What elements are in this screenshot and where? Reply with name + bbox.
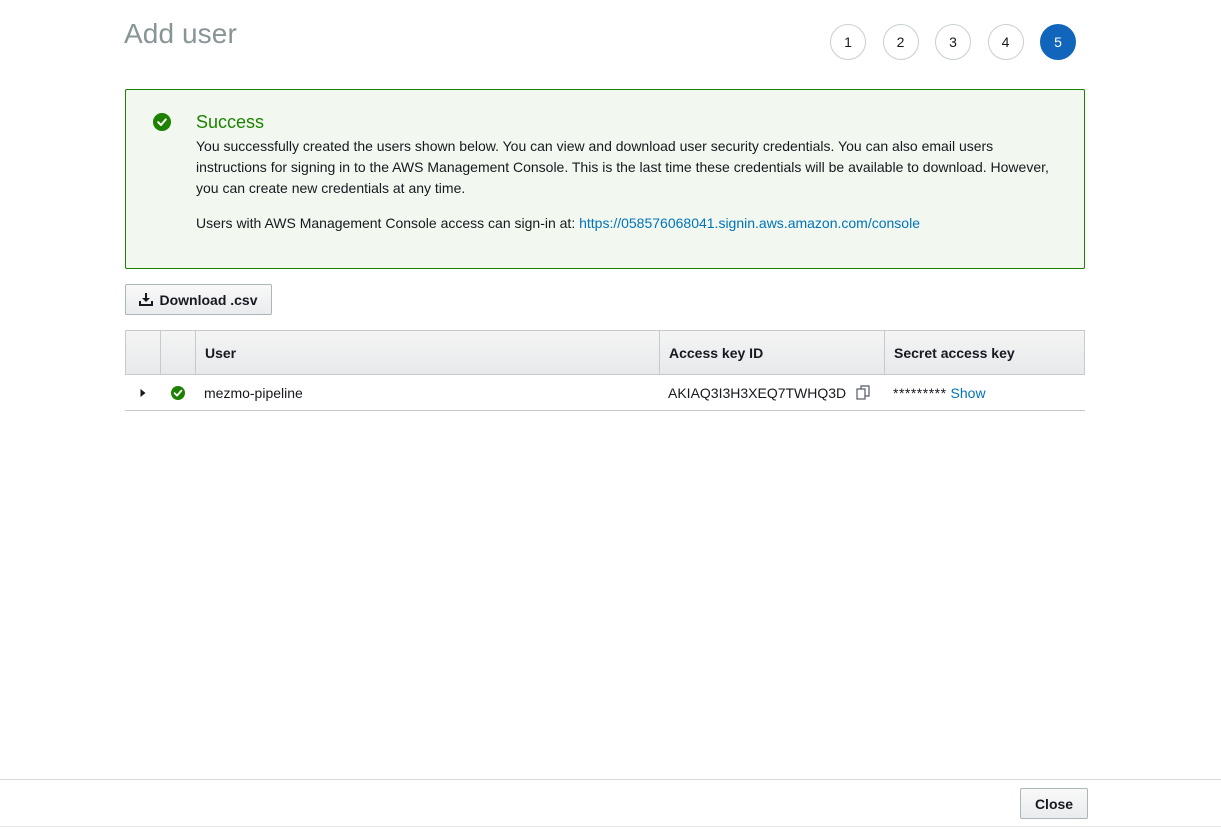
signin-text: Users with AWS Management Console access… <box>196 215 576 231</box>
download-icon <box>139 293 154 306</box>
step-2[interactable]: 2 <box>882 24 919 60</box>
download-csv-label: Download .csv <box>159 291 258 308</box>
caret-right-icon <box>140 388 145 397</box>
users-table: User Access key ID Secret access key mez… <box>125 330 1085 411</box>
access-key-id-value: AKIAQ3I3H3XEQ7TWHQ3D <box>668 384 847 401</box>
footer-divider <box>0 779 1221 780</box>
footer-bottom-divider <box>0 826 1221 827</box>
close-button[interactable]: Close <box>1020 788 1088 819</box>
success-check-icon <box>170 385 185 400</box>
cell-access-key-id: AKIAQ3I3H3XEQ7TWHQ3D <box>659 375 884 410</box>
header-access-key-id[interactable]: Access key ID <box>660 331 885 374</box>
signin-url-link[interactable]: https://058576068041.signin.aws.amazon.c… <box>579 215 920 231</box>
step-5[interactable]: 5 <box>1040 24 1076 60</box>
header-expand <box>126 331 161 374</box>
success-alert: Success You successfully created the use… <box>125 89 1085 269</box>
table-header: User Access key ID Secret access key <box>125 330 1085 375</box>
alert-title: Success <box>196 112 265 132</box>
cell-secret-access-key: ********* Show <box>884 375 1085 410</box>
alert-body: You successfully created the users shown… <box>196 138 1049 196</box>
step-3[interactable]: 3 <box>935 24 971 60</box>
download-csv-button[interactable]: Download .csv <box>125 284 272 315</box>
success-check-icon <box>153 113 171 131</box>
wizard-steps: 1 2 3 4 5 <box>830 24 1093 60</box>
header-status <box>161 331 196 374</box>
step-4[interactable]: 4 <box>987 24 1024 60</box>
secret-mask: ********* <box>893 384 947 401</box>
row-expand-toggle[interactable] <box>125 375 160 410</box>
page-title: Add user <box>124 18 237 49</box>
table-row: mezmo-pipeline AKIAQ3I3H3XEQ7TWHQ3D ****… <box>125 375 1085 411</box>
header-secret-access-key[interactable]: Secret access key <box>885 331 1084 374</box>
signin-info: Users with AWS Management Console access… <box>196 214 920 232</box>
row-status <box>160 375 195 410</box>
show-secret-link[interactable]: Show <box>951 385 986 401</box>
cell-user: mezmo-pipeline <box>204 384 303 401</box>
step-1[interactable]: 1 <box>830 24 866 60</box>
header-user[interactable]: User <box>196 331 660 374</box>
copy-icon[interactable] <box>856 385 871 400</box>
